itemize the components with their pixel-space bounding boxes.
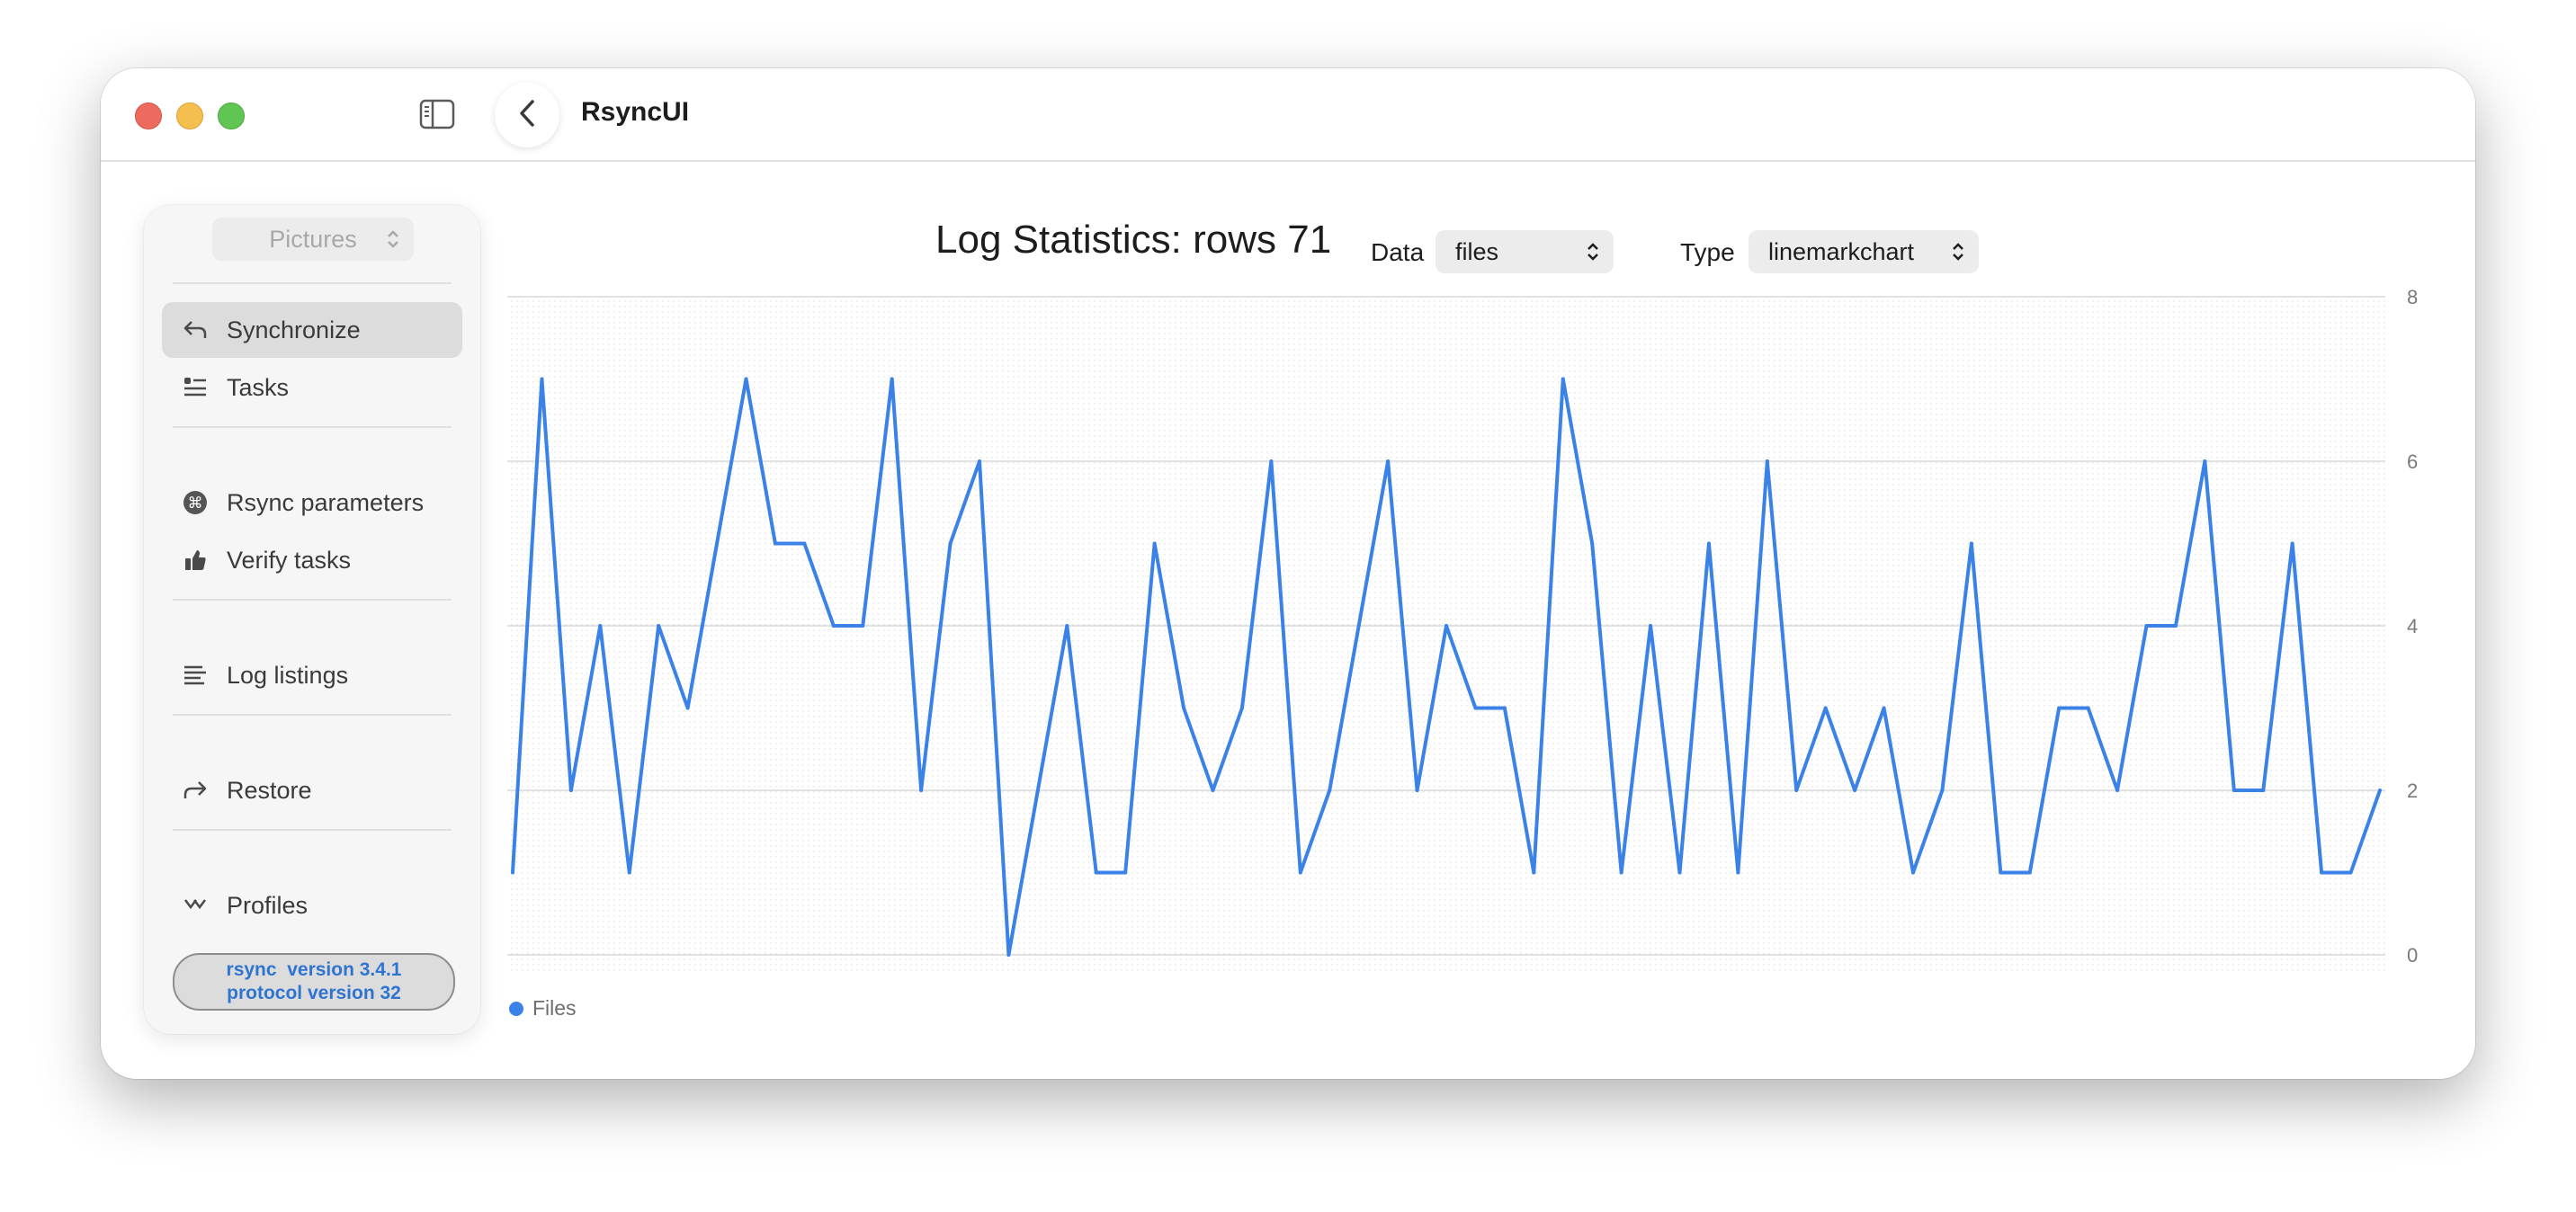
data-point	[1590, 541, 1595, 546]
data-point	[1356, 624, 1361, 628]
data-point	[657, 624, 661, 628]
data-point	[1502, 706, 1507, 710]
data-point	[948, 541, 953, 546]
data-point	[744, 377, 748, 381]
data-point	[1853, 789, 1857, 792]
data-point	[511, 870, 514, 875]
data-point	[627, 870, 631, 875]
data-point	[685, 706, 690, 710]
data-point	[919, 789, 924, 792]
data-point	[1999, 870, 2003, 875]
data-point	[1211, 789, 1215, 792]
data-point	[1677, 870, 1682, 875]
data-point	[1794, 789, 1799, 792]
data-point	[890, 377, 894, 381]
data-point	[1415, 789, 1419, 792]
data-point	[2086, 706, 2090, 710]
data-point	[1386, 459, 1391, 463]
app-window: RsyncUI Pictures Synchronize Tasks ⌘ Rsy…	[101, 68, 2475, 1079]
data-point	[1269, 459, 1274, 463]
data-point	[1035, 789, 1040, 792]
data-point	[1239, 706, 1244, 710]
data-point	[1123, 870, 1128, 875]
data-point	[2173, 624, 2178, 628]
data-point	[2290, 541, 2294, 546]
data-point	[1006, 953, 1011, 957]
data-point	[1706, 541, 1711, 546]
data-point	[2144, 624, 2149, 628]
data-point	[2057, 706, 2062, 710]
data-point	[715, 541, 720, 546]
data-point	[2115, 789, 2120, 792]
data-point	[1823, 706, 1828, 710]
y-tick-label: 8	[2407, 286, 2418, 308]
data-point	[773, 541, 777, 546]
data-point	[1298, 870, 1302, 875]
y-tick-label: 0	[2407, 944, 2418, 967]
data-point	[1969, 541, 1973, 546]
data-point	[1094, 870, 1098, 875]
data-point	[2378, 789, 2382, 792]
data-point	[2027, 870, 2032, 875]
data-point	[598, 624, 603, 628]
data-point	[1445, 624, 1448, 628]
data-point	[1561, 377, 1565, 381]
data-point	[1532, 870, 1536, 875]
data-point	[2320, 870, 2324, 875]
data-point	[802, 541, 807, 546]
data-point	[1765, 459, 1769, 463]
legend-swatch	[509, 1001, 523, 1016]
data-point	[831, 624, 836, 628]
data-point	[2203, 459, 2207, 463]
y-tick-label: 6	[2407, 450, 2418, 473]
data-point	[978, 459, 981, 463]
data-point	[1619, 870, 1623, 875]
legend-label: Files	[532, 996, 577, 1020]
line-chart: 0 2 4 6 8	[507, 286, 2418, 971]
data-point	[540, 377, 544, 381]
data-point	[2261, 789, 2266, 792]
data-point	[1152, 541, 1157, 546]
data-point	[1473, 706, 1478, 710]
data-point	[1882, 706, 1886, 710]
data-point	[1911, 870, 1915, 875]
data-point	[1182, 706, 1186, 710]
y-tick-label: 2	[2407, 780, 2418, 802]
data-point	[861, 624, 865, 628]
data-point	[1328, 789, 1332, 792]
data-point	[568, 789, 573, 792]
chart-legend: Files	[509, 996, 577, 1020]
data-point	[1940, 789, 1945, 792]
data-point	[2232, 789, 2236, 792]
data-point	[2348, 870, 2353, 875]
data-point	[1065, 624, 1069, 628]
y-tick-label: 4	[2407, 615, 2418, 637]
data-point	[1736, 870, 1740, 875]
data-point	[1649, 624, 1653, 628]
